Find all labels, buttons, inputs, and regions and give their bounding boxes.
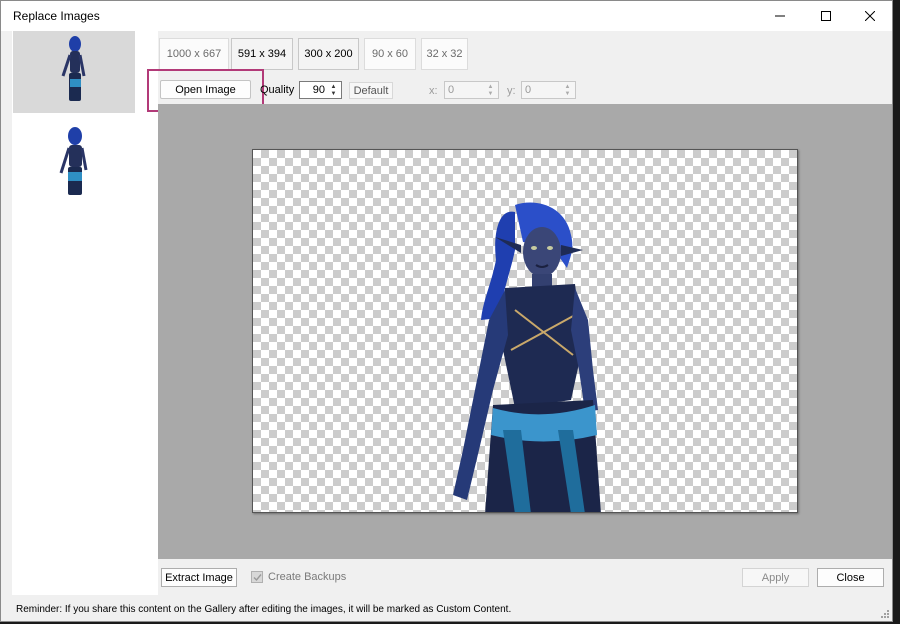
open-image-button[interactable]: Open Image — [160, 80, 251, 99]
size-button-591x394[interactable]: 591 x 394 — [231, 38, 293, 70]
thumbnail-item-selected[interactable] — [13, 31, 135, 113]
chevron-down-icon[interactable]: ▼ — [484, 90, 497, 97]
x-stepper-arrows[interactable]: ▲ ▼ — [484, 83, 497, 97]
apply-button[interactable]: Apply — [742, 568, 809, 587]
maximize-button[interactable] — [803, 1, 849, 31]
y-stepper-arrows[interactable]: ▲ ▼ — [561, 83, 574, 97]
y-stepper[interactable]: 0 ▲ ▼ — [521, 81, 576, 99]
size-button-32x32[interactable]: 32 x 32 — [421, 38, 468, 70]
character-preview-image — [453, 202, 601, 512]
window-title: Replace Images — [13, 9, 100, 23]
quality-value: 90 — [312, 84, 325, 96]
preview-area — [158, 104, 892, 559]
quality-stepper[interactable]: 90 ▲ ▼ — [299, 81, 342, 99]
maximize-icon — [821, 11, 831, 21]
extract-image-button[interactable]: Extract Image — [161, 568, 237, 587]
close-button[interactable]: Close — [817, 568, 884, 587]
image-canvas — [252, 149, 798, 513]
default-button[interactable]: Default — [349, 82, 393, 99]
x-stepper[interactable]: 0 ▲ ▼ — [444, 81, 499, 99]
checkmark-icon — [253, 573, 262, 581]
replace-images-dialog: Replace Images 1000 x 667 591 x 394 300 … — [0, 0, 893, 622]
size-button-1000x667[interactable]: 1000 x 667 — [159, 38, 229, 70]
resize-grip-icon[interactable] — [880, 609, 890, 619]
x-value: 0 — [448, 84, 455, 96]
y-value: 0 — [525, 84, 532, 96]
size-button-90x60[interactable]: 90 x 60 — [364, 38, 416, 70]
character-thumbnail-image — [59, 127, 88, 195]
quality-stepper-arrows[interactable]: ▲ ▼ — [327, 83, 340, 97]
chevron-down-icon[interactable]: ▼ — [561, 90, 574, 97]
character-thumbnail-image — [61, 36, 86, 101]
minimize-icon — [775, 15, 785, 17]
reminder-text: Reminder: If you share this content on t… — [16, 604, 512, 615]
quality-label: Quality — [260, 84, 295, 96]
chevron-down-icon[interactable]: ▼ — [327, 90, 340, 97]
chevron-up-icon[interactable]: ▲ — [484, 83, 497, 90]
minimize-button[interactable] — [757, 1, 803, 31]
thumbnail-list[interactable] — [12, 30, 158, 595]
y-label: y: — [507, 85, 516, 97]
thumbnail-item[interactable] — [13, 118, 135, 200]
create-backups-checkbox[interactable] — [251, 571, 263, 583]
create-backups-label: Create Backups — [268, 571, 347, 583]
close-icon — [865, 11, 875, 21]
x-label: x: — [429, 85, 438, 97]
close-window-button[interactable] — [847, 1, 892, 31]
chevron-up-icon[interactable]: ▲ — [327, 83, 340, 90]
chevron-up-icon[interactable]: ▲ — [561, 83, 574, 90]
size-button-300x200[interactable]: 300 x 200 — [298, 38, 359, 70]
title-bar[interactable]: Replace Images — [1, 1, 892, 31]
